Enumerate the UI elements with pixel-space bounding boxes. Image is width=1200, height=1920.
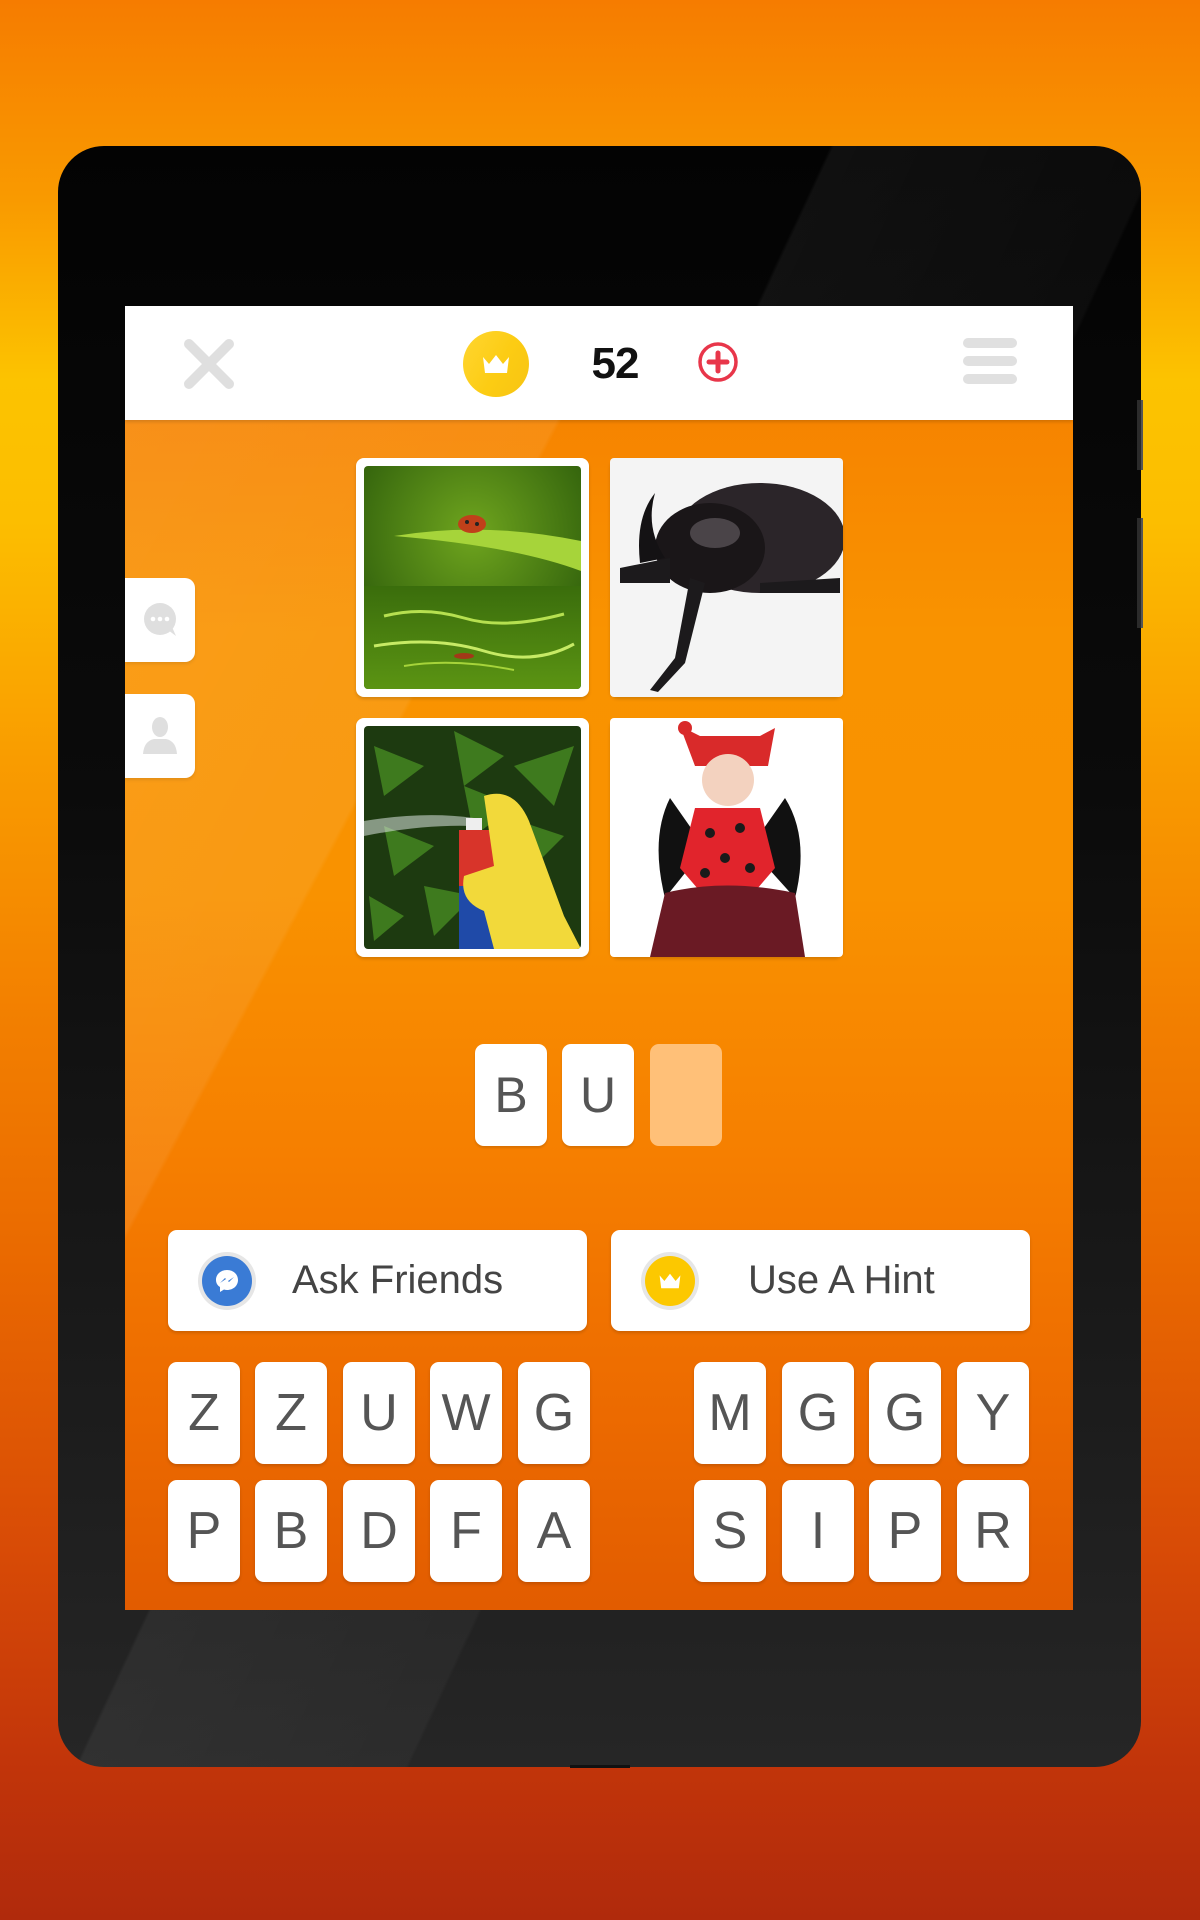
insecticide-spray-image — [364, 726, 581, 949]
letter-key[interactable]: Y — [957, 1362, 1029, 1464]
chat-bubble-icon — [144, 603, 176, 636]
letter-key[interactable]: I — [782, 1480, 854, 1582]
letter-key[interactable]: P — [168, 1480, 240, 1582]
tablet-bottom-notch — [570, 1765, 630, 1768]
answer-slot-2[interactable]: U — [562, 1044, 634, 1146]
letter-key[interactable]: Z — [168, 1362, 240, 1464]
baby-ladybug-costume-image — [610, 718, 843, 957]
close-x-icon — [184, 339, 234, 389]
ladybug-on-leaf-image — [364, 466, 581, 689]
letter-key[interactable]: F — [430, 1480, 502, 1582]
crown-coin-icon — [645, 1256, 695, 1306]
hamburger-menu-icon — [963, 338, 1017, 384]
close-button[interactable] — [181, 336, 237, 392]
letter-key[interactable]: M — [694, 1362, 766, 1464]
puzzle-image-4[interactable] — [610, 718, 843, 957]
use-hint-button[interactable]: Use A Hint — [611, 1230, 1030, 1331]
puzzle-image-1[interactable] — [356, 458, 589, 697]
puzzle-image-2[interactable] — [610, 458, 843, 697]
letter-key[interactable]: S — [694, 1480, 766, 1582]
answer-slot-1[interactable]: B — [475, 1044, 547, 1146]
tablet-volume-down-button — [1137, 518, 1143, 628]
user-profile-icon — [143, 717, 177, 754]
top-bar: 52 — [125, 306, 1073, 420]
use-hint-label: Use A Hint — [748, 1258, 935, 1302]
profile-tab[interactable] — [125, 694, 195, 778]
plus-circle-icon — [698, 342, 738, 382]
rhino-beetle-image — [610, 458, 843, 697]
messenger-icon — [202, 1256, 252, 1306]
letter-key[interactable]: G — [869, 1362, 941, 1464]
chat-tab[interactable] — [125, 578, 195, 662]
ask-friends-label: Ask Friends — [292, 1258, 504, 1302]
letter-key[interactable]: B — [255, 1480, 327, 1582]
menu-button[interactable] — [963, 338, 1017, 388]
answer-slot-3[interactable] — [650, 1044, 722, 1146]
letter-key[interactable]: A — [518, 1480, 590, 1582]
letter-key[interactable]: W — [430, 1362, 502, 1464]
ask-friends-button[interactable]: Ask Friends — [168, 1230, 587, 1331]
letter-key[interactable]: D — [343, 1480, 415, 1582]
tablet-volume-up-button — [1137, 400, 1143, 470]
letter-key[interactable]: G — [518, 1362, 590, 1464]
puzzle-image-3[interactable] — [356, 718, 589, 957]
add-coins-button[interactable] — [696, 340, 740, 384]
game-screen: 52 B U Ask Friends Use A Hint Z Z U W G … — [125, 306, 1073, 1610]
coin-icon — [463, 331, 529, 397]
coin-count: 52 — [591, 339, 640, 388]
letter-key[interactable]: G — [782, 1362, 854, 1464]
letter-key[interactable]: Z — [255, 1362, 327, 1464]
letter-key[interactable]: U — [343, 1362, 415, 1464]
letter-key[interactable]: R — [957, 1480, 1029, 1582]
crown-icon — [483, 355, 509, 373]
letter-key[interactable]: P — [869, 1480, 941, 1582]
